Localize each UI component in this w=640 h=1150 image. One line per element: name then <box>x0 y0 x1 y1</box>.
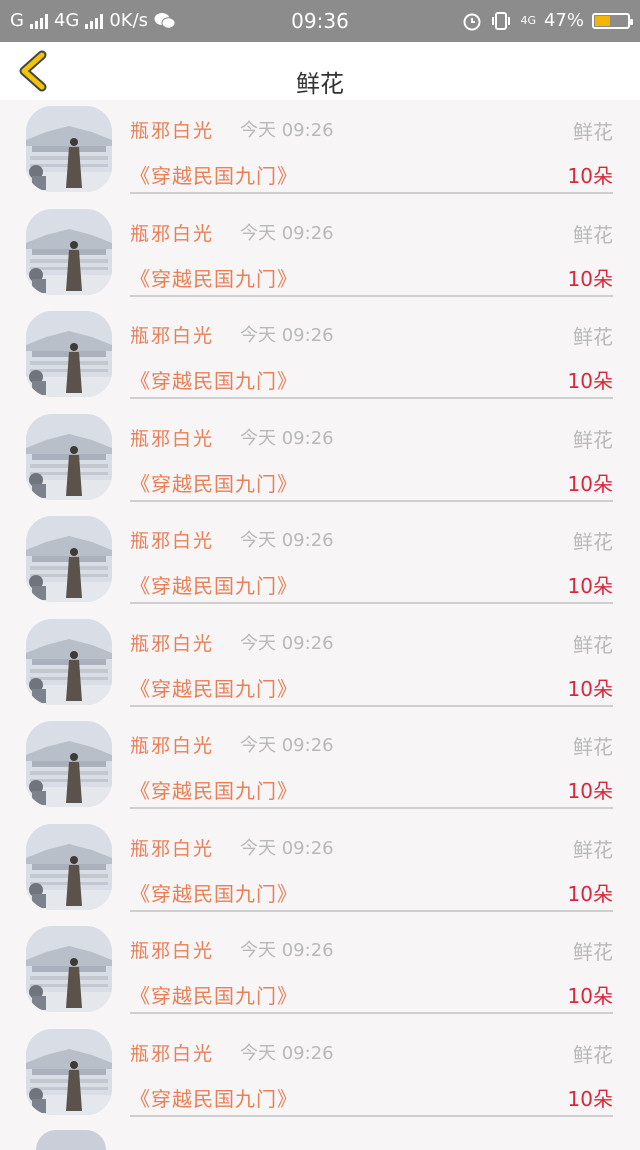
divider <box>130 602 613 604</box>
gift-count: 10朵 <box>567 471 613 496</box>
avatar[interactable] <box>26 1028 112 1115</box>
book-title[interactable]: 《穿越民国九门》 <box>130 160 298 189</box>
book-title[interactable]: 《穿越民国九门》 <box>130 673 298 702</box>
gift-type: 鲜花 <box>573 632 613 657</box>
divider <box>130 499 613 502</box>
list-item[interactable]: 瓶邪白光 今天 09:26 鲜花 《穿越民国九门》 10朵 <box>0 920 640 1023</box>
divider <box>130 704 613 707</box>
battery-icon <box>592 12 633 29</box>
nav-bar: 鲜花 <box>0 42 640 100</box>
gift-type: 鲜花 <box>573 735 613 759</box>
sender-name[interactable]: 瓶邪白光 <box>130 936 214 963</box>
sender-name[interactable]: 瓶邪白光 <box>130 1039 214 1066</box>
gift-count: 10朵 <box>567 574 613 598</box>
list-item[interactable]: 瓶邪白光 今天 09:26 鲜花 《穿越民国九门》 10朵 <box>0 510 640 613</box>
list-item-partial-avatar <box>36 1130 106 1150</box>
avatar[interactable] <box>26 208 112 295</box>
gift-time: 今天 09:26 <box>240 632 334 654</box>
list-item[interactable]: 瓶邪白光 今天 09:26 鲜花 《穿越民国九门》 10朵 <box>0 100 640 203</box>
gift-type: 鲜花 <box>573 325 613 349</box>
sender-name[interactable]: 瓶邪白光 <box>130 219 214 246</box>
battery-percent: 47% <box>543 10 584 31</box>
page-title: 鲜花 <box>296 70 344 98</box>
divider <box>130 294 613 297</box>
gift-type: 鲜花 <box>573 427 613 452</box>
avatar[interactable] <box>26 516 112 602</box>
alarm-icon <box>463 13 481 30</box>
status-right: 4G 47% <box>462 10 633 31</box>
book-title[interactable]: 《穿越民国九门》 <box>130 468 298 497</box>
book-title[interactable]: 《穿越民国九门》 <box>130 1083 298 1112</box>
list-item[interactable]: 瓶邪白光 今天 09:26 鲜花 《穿越民国九门》 10朵 <box>0 715 640 818</box>
gift-count: 10朵 <box>567 369 613 393</box>
list-item[interactable]: 瓶邪白光 今天 09:26 鲜花 《穿越民国九门》 10朵 <box>0 305 640 408</box>
divider <box>130 397 613 399</box>
gift-time: 今天 09:26 <box>240 735 334 756</box>
avatar[interactable] <box>26 823 112 910</box>
gift-type: 鲜花 <box>573 530 613 554</box>
divider <box>130 192 613 194</box>
book-title[interactable]: 《穿越民国九门》 <box>130 878 298 907</box>
list-item[interactable]: 瓶邪白光 今天 09:26 鲜花 《穿越民国九门》 10朵 <box>0 203 640 306</box>
gift-time: 今天 09:26 <box>240 325 334 346</box>
gift-type: 鲜花 <box>573 1042 613 1067</box>
gift-count: 10朵 <box>567 881 613 906</box>
sender-name[interactable]: 瓶邪白光 <box>130 424 214 451</box>
list-item[interactable]: 瓶邪白光 今天 09:26 鲜花 《穿越民国九门》 10朵 <box>0 408 640 511</box>
book-title[interactable]: 《穿越民国九门》 <box>130 980 298 1009</box>
battery-fill <box>595 15 611 26</box>
gift-type: 鲜花 <box>573 837 613 862</box>
gift-time: 今天 09:26 <box>240 427 334 449</box>
avatar[interactable] <box>26 106 112 192</box>
book-title[interactable]: 《穿越民国九门》 <box>130 570 298 599</box>
list-item[interactable]: 瓶邪白光 今天 09:26 鲜花 《穿越民国九门》 10朵 <box>0 818 640 921</box>
gift-time: 今天 09:26 <box>240 530 334 551</box>
vibrate-icon <box>492 11 511 30</box>
book-title[interactable]: 《穿越民国九门》 <box>130 365 298 394</box>
sender-name[interactable]: 瓶邪白光 <box>130 116 214 143</box>
sender-name[interactable]: 瓶邪白光 <box>130 731 214 758</box>
divider <box>130 1012 613 1014</box>
gift-count: 10朵 <box>567 676 613 701</box>
gift-time: 今天 09:26 <box>240 1042 334 1064</box>
flower-list: 瓶邪白光 今天 09:26 鲜花 《穿越民国九门》 10朵 瓶邪白光 今天 09… <box>0 100 640 1125</box>
sender-name[interactable]: 瓶邪白光 <box>130 629 214 656</box>
gift-time: 今天 09:26 <box>240 837 334 859</box>
book-title[interactable]: 《穿越民国九门》 <box>130 263 298 292</box>
sender-name[interactable]: 瓶邪白光 <box>130 834 214 861</box>
divider <box>130 807 613 809</box>
gift-time: 今天 09:26 <box>240 120 334 141</box>
avatar[interactable] <box>26 926 112 1012</box>
status-bar: G 4G 0K/s 09:36 4G 47% <box>0 0 640 42</box>
sender-name[interactable]: 瓶邪白光 <box>130 321 214 348</box>
avatar[interactable] <box>26 311 112 397</box>
gift-count: 10朵 <box>567 266 613 291</box>
gift-count: 10朵 <box>567 1086 613 1111</box>
network-badge: 4G <box>520 14 536 27</box>
book-title[interactable]: 《穿越民国九门》 <box>130 775 298 804</box>
gift-count: 10朵 <box>567 164 613 188</box>
gift-count: 10朵 <box>567 779 613 803</box>
gift-type: 鲜花 <box>573 222 613 247</box>
gift-type: 鲜花 <box>573 120 613 144</box>
gift-count: 10朵 <box>567 984 613 1008</box>
list-item[interactable]: 瓶邪白光 今天 09:26 鲜花 《穿越民国九门》 10朵 <box>0 1023 640 1126</box>
avatar[interactable] <box>26 721 112 807</box>
list-item[interactable]: 瓶邪白光 今天 09:26 鲜花 《穿越民国九门》 10朵 <box>0 613 640 716</box>
gift-type: 鲜花 <box>573 940 613 964</box>
avatar[interactable] <box>26 618 112 705</box>
avatar[interactable] <box>26 413 112 500</box>
gift-time: 今天 09:26 <box>240 222 334 244</box>
divider <box>130 1114 613 1117</box>
gift-time: 今天 09:26 <box>240 940 334 961</box>
divider <box>130 909 613 912</box>
sender-name[interactable]: 瓶邪白光 <box>130 526 214 553</box>
